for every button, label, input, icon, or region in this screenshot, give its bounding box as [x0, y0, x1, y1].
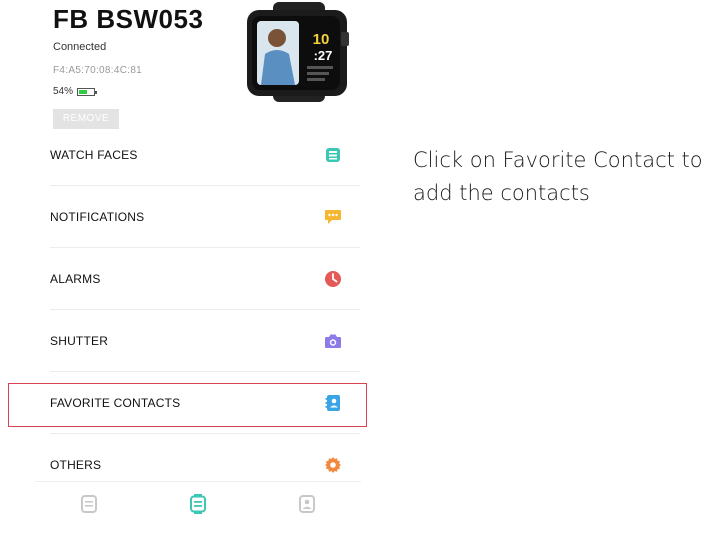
menu-item-notifications[interactable]: NOTIFICATIONS [50, 186, 360, 248]
menu-item-label: ALARMS [50, 271, 101, 286]
device-tab-icon [189, 494, 206, 514]
nav-tab-profile[interactable] [298, 494, 316, 514]
watch-image: 10 :27 [247, 2, 349, 102]
menu-item-label: WATCH FACES [50, 147, 138, 162]
menu-item-label: OTHERS [50, 458, 102, 472]
bottom-nav [35, 481, 361, 521]
menu-item-label: NOTIFICATIONS [50, 209, 145, 224]
watch-face-icon [324, 146, 342, 164]
watch-minute: :27 [314, 48, 333, 63]
battery-icon [77, 87, 98, 96]
instruction-caption: Click on Favorite Contact to add the con… [413, 148, 703, 205]
profile-tab-icon [298, 495, 315, 513]
settings-menu: WATCH FACES NOTIFICATIONS ALARMS SHUTTER… [50, 124, 360, 496]
nav-tab-watch[interactable] [80, 494, 98, 514]
battery-status: 54% [53, 86, 98, 97]
camera-icon [324, 332, 342, 350]
highlight-box [8, 383, 367, 427]
watch-tab-icon [81, 495, 98, 513]
nav-tab-device[interactable] [189, 494, 207, 514]
battery-percent: 54% [53, 86, 74, 97]
mac-address: F4:A5:70:08:4C:81 [53, 65, 143, 76]
menu-item-label: SHUTTER [50, 333, 109, 348]
gear-icon [324, 456, 342, 474]
clock-icon [324, 270, 342, 288]
menu-item-watch-faces[interactable]: WATCH FACES [50, 124, 360, 186]
chat-bubble-icon [324, 208, 342, 226]
device-name: FB BSW053 [53, 4, 204, 34]
menu-item-alarms[interactable]: ALARMS [50, 248, 360, 310]
watch-hour: 10 [313, 31, 330, 48]
connection-status: Connected [53, 41, 107, 53]
menu-item-shutter[interactable]: SHUTTER [50, 310, 360, 372]
